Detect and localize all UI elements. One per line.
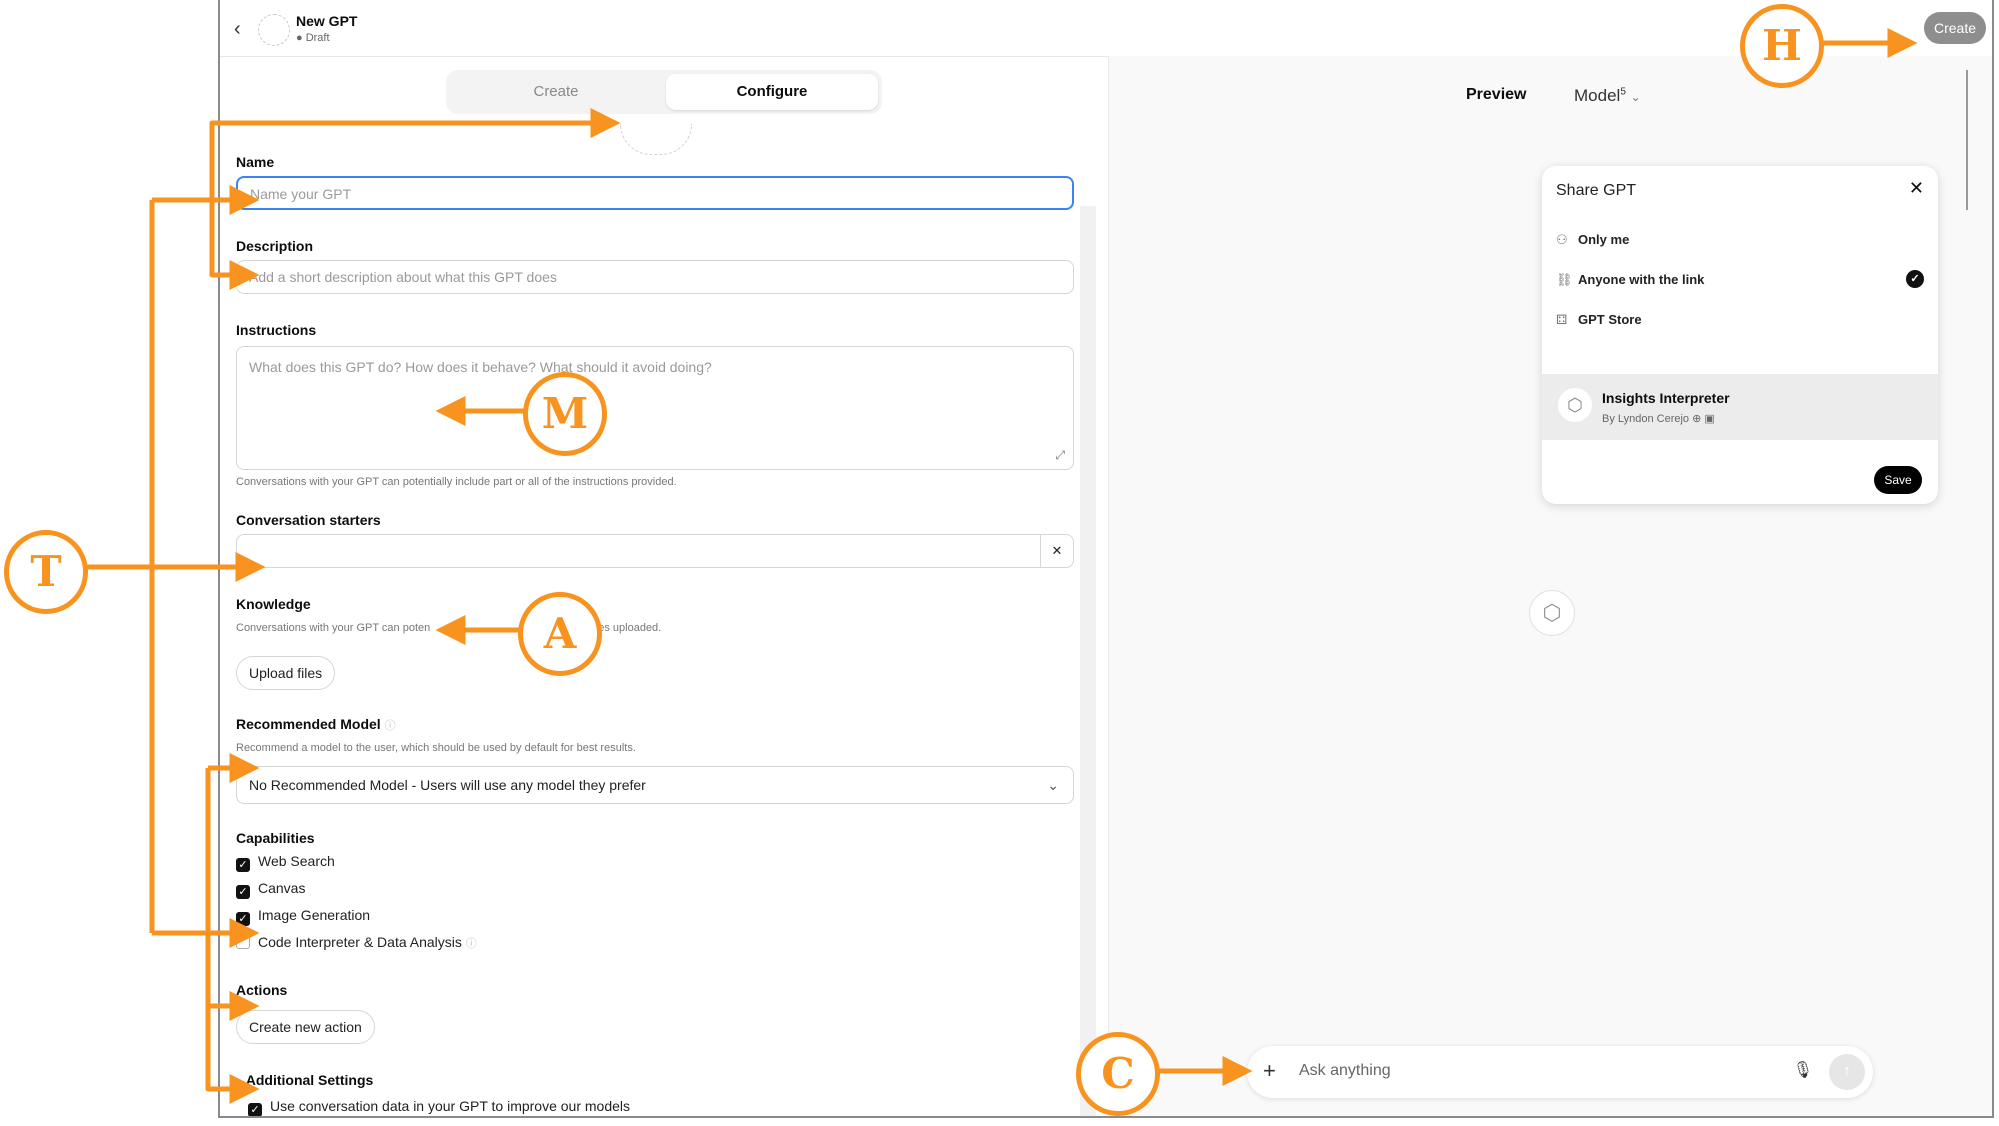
annotation-overlay: [80, 28, 1918, 1104]
annotation-t: T: [4, 530, 88, 614]
annotation-c: C: [1076, 1032, 1160, 1116]
annotation-a: A: [518, 592, 602, 676]
annotation-h: H: [1740, 4, 1824, 88]
annotation-m: M: [523, 372, 607, 456]
